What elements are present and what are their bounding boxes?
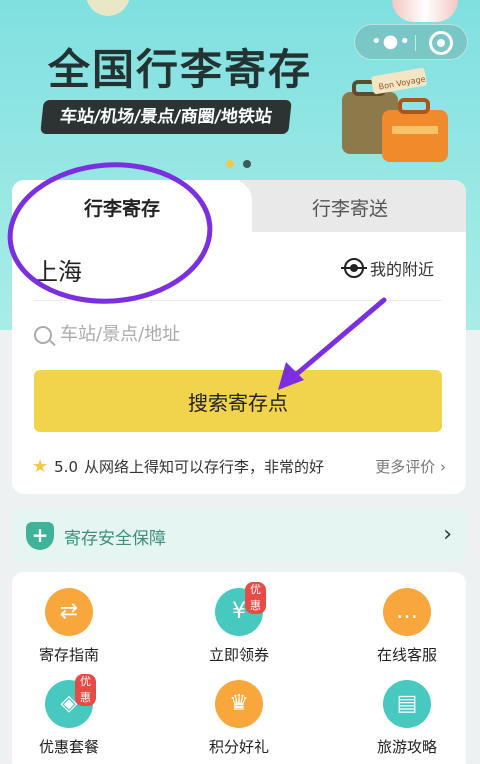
- promo-badge: 优惠: [75, 674, 96, 706]
- review-summary: ★ 5.0 从网络上得知可以存行李，非常的好: [32, 456, 324, 477]
- service-label: 优惠套餐: [38, 738, 99, 756]
- search-input[interactable]: [60, 324, 420, 345]
- promo-badge: 优惠: [245, 582, 266, 614]
- tab-luggage-delivery-label[interactable]: 行李寄送: [312, 194, 388, 221]
- tag-icon: ◈ 优惠: [45, 674, 96, 728]
- more-menu-icon[interactable]: •●•: [371, 33, 410, 53]
- carousel-dot-active: [226, 160, 234, 168]
- close-miniprogram-icon[interactable]: [429, 31, 453, 55]
- safety-guarantee-label: 寄存安全保障: [64, 529, 166, 549]
- carousel-dot: [243, 160, 251, 168]
- banner-tagline: 车站/机场/景点/商圈/地铁站: [40, 100, 292, 134]
- service-discount-package[interactable]: ◈ 优惠 优惠套餐: [14, 674, 124, 757]
- service-travel-guide[interactable]: ▤ 旅游攻略: [352, 680, 462, 757]
- shield-plus-icon: +: [26, 522, 54, 550]
- service-label: 寄存指南: [38, 646, 99, 664]
- divider: [34, 300, 442, 301]
- chevron-right-icon: ›: [440, 458, 446, 476]
- signpost-icon: ⇄: [45, 588, 93, 636]
- storage-search-card: 行李寄存 行李寄送 上海 我的附近 搜索寄存点 ★ 5.0 从网络上得知可以存行…: [12, 180, 466, 494]
- more-reviews-link[interactable]: 更多评价 ›: [375, 456, 446, 477]
- nearby-label: 我的附近: [370, 260, 435, 279]
- capsule-divider: [415, 35, 416, 51]
- chevron-right-icon: ›: [443, 522, 452, 547]
- location-target-icon: [341, 258, 367, 278]
- review-rating: 5.0: [54, 457, 78, 476]
- star-icon: ★: [32, 456, 49, 477]
- balloon-illustration: [86, 0, 130, 16]
- service-label: 立即领券: [208, 646, 269, 664]
- luggage-illustration: Bon Voyage: [342, 67, 448, 162]
- nearby-button[interactable]: 我的附近: [341, 256, 435, 280]
- search-row: [34, 324, 420, 345]
- city-selector[interactable]: 上海: [34, 252, 82, 287]
- chat-icon: …: [383, 588, 431, 636]
- service-label: 旅游攻略: [376, 738, 437, 756]
- service-storage-guide[interactable]: ⇄ 寄存指南: [14, 588, 124, 665]
- service-online-support[interactable]: … 在线客服: [352, 588, 462, 665]
- service-get-coupon[interactable]: ¥ 优惠 立即领券: [184, 582, 294, 665]
- miniprogram-capsule: •●•: [354, 24, 468, 60]
- carousel-indicator: [226, 160, 251, 168]
- guidebook-icon: ▤: [383, 680, 431, 728]
- search-icon: [34, 325, 52, 344]
- service-points-rewards[interactable]: ♛ 积分好礼: [184, 680, 294, 757]
- more-reviews-label: 更多评价: [375, 458, 436, 476]
- search-storage-button[interactable]: 搜索寄存点: [34, 370, 442, 432]
- safety-guarantee-bar[interactable]: + 寄存安全保障 ›: [12, 508, 466, 562]
- services-grid: ⇄ 寄存指南 ¥ 优惠 立即领券 … 在线客服 ◈ 优惠 优惠套餐 ♛ 积分好礼…: [12, 572, 466, 764]
- review-text: 从网络上得知可以存行李，非常的好: [84, 458, 325, 476]
- coupon-icon: ¥ 优惠: [215, 582, 266, 636]
- parachute-illustration: [392, 0, 458, 22]
- tab-luggage-storage-label[interactable]: 行李寄存: [84, 194, 160, 221]
- service-label: 在线客服: [376, 646, 437, 664]
- crown-icon: ♛: [215, 680, 263, 728]
- service-label: 积分好礼: [208, 738, 269, 756]
- banner-title: 全国行李寄存: [48, 45, 313, 94]
